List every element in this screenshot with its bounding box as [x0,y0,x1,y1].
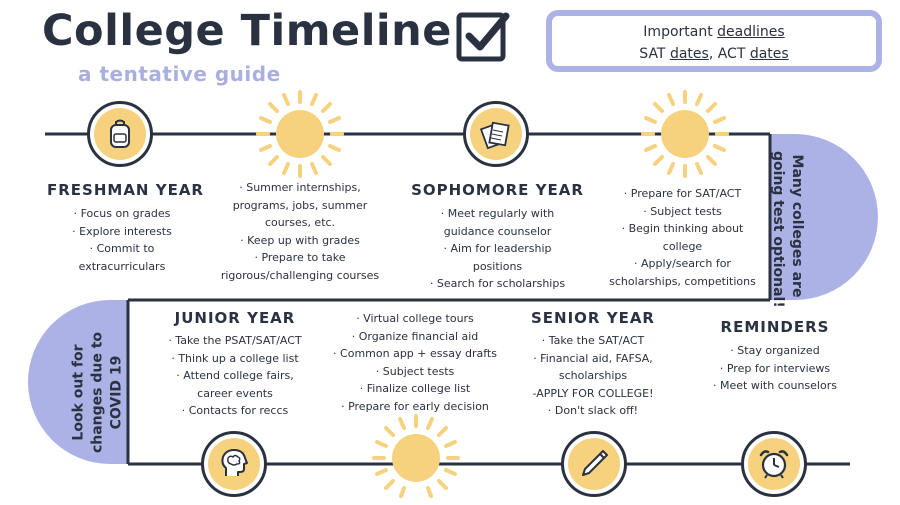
sophomore-icon-circle [463,101,529,167]
list-item: · Meet regularly with [440,207,555,220]
sophomore-heading: SOPHOMORE YEAR [411,181,584,199]
sun-icon [372,414,460,498]
covid-note: Look out for changes due to COVID 19 [70,331,125,454]
reminders-list: · Stay organized · Prep for interviews ·… [695,342,855,395]
list-item: · Subject tests [643,204,722,218]
list-item: scholarships [558,369,628,382]
test-optional-note: Many colleges are going test optional! [770,151,805,308]
list-item: extracurriculars [78,259,166,273]
list-item: programs, jobs, summer [232,198,368,212]
list-item: · Apply/search for [634,257,731,270]
list-item: · Prepare to take [254,251,346,264]
list-item: · Finalize college list [359,382,471,395]
summer3-list: · Virtual college tours · Organize finan… [325,310,505,415]
list-item: · Take the SAT/ACT [541,334,645,347]
list-item: · Summer internships, [239,181,361,194]
senior-heading: SENIOR YEAR [531,309,655,327]
junior-icon-circle [201,431,267,497]
list-item: positions [472,259,523,273]
junior-list: · Take the PSAT/SAT/ACT · Think up a col… [150,332,320,420]
list-item: · Search for scholarships [429,277,566,290]
junior-heading: JUNIOR YEAR [174,309,296,327]
backpack-icon [110,119,130,148]
senior-list: · Take the SAT/ACT · Financial aid, FAFS… [513,332,673,420]
list-item: · Focus on grades [73,207,171,220]
list-item: college [662,239,703,253]
list-item: courses, etc. [264,216,336,229]
sophomore-list: · Meet regularly with guidance counselor… [410,205,585,293]
list-item: · Common app + essay drafts [333,347,497,360]
summer1-list: · Summer internships, programs, jobs, su… [205,179,395,284]
pencil-icon [582,450,608,476]
notebooks-icon [479,121,510,150]
list-item: · Virtual college tours [356,312,474,325]
list-item: rigorous/challenging courses [220,268,380,282]
alarm-clock-icon [759,450,789,479]
list-item: · Prepare for SAT/ACT [623,187,742,200]
list-item: career events [197,386,273,400]
reminders-icon-circle [741,431,807,497]
freshman-heading: FRESHMAN YEAR [47,181,204,199]
summer2-list: · Prepare for SAT/ACT · Subject tests · … [595,185,770,290]
list-item: · Attend college fairs, [176,369,294,382]
senior-icon-circle [561,431,627,497]
list-item: · Think up a college list [171,351,299,365]
list-item: scholarships, competitions [609,274,756,288]
brain-head-icon [221,449,248,476]
list-item: · Aim for leadership [443,242,552,255]
list-item: · Contacts for reccs [181,404,289,417]
list-item: · Explore interests [72,224,172,238]
list-item: · Don't slack off! [547,404,639,417]
freshman-icon-circle [87,101,153,167]
list-item: · Stay organized [730,344,820,357]
list-item: -APPLY FOR COLLEGE! [532,386,654,400]
reminders-heading: REMINDERS [720,318,830,336]
list-item: · Financial aid, FAFSA, [533,351,653,365]
list-item: · Begin thinking about [621,222,744,235]
freshman-list: · Focus on grades · Explore interests · … [47,205,197,275]
list-item: · Take the PSAT/SAT/ACT [168,334,302,347]
list-item: · Subject tests [375,364,455,378]
list-item: · Prep for interviews [719,361,831,375]
list-item: · Commit to [89,242,155,255]
list-item: · Prepare for early decision [341,399,489,413]
list-item: guidance counselor [443,224,552,238]
list-item: · Keep up with grades [240,233,360,247]
list-item: · Meet with counselors [713,379,837,392]
list-item: · Organize financial aid [351,329,479,343]
